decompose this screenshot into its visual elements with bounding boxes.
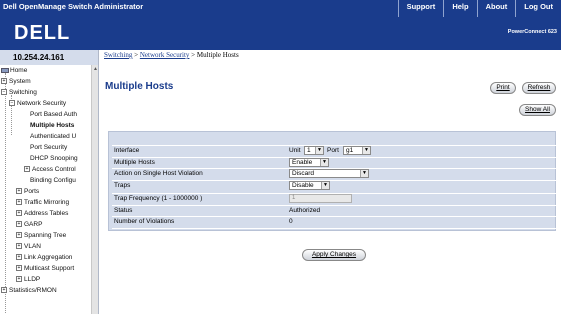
sidebar-item-link-aggregation[interactable]: + Link Aggregation	[16, 254, 72, 261]
expand-icon[interactable]: +	[16, 265, 22, 272]
help-link[interactable]: Help	[443, 0, 476, 17]
traps-label: Traps	[114, 182, 131, 189]
print-button[interactable]: Print	[490, 82, 516, 94]
sidebar-item-statistics-rmon[interactable]: + Statistics/RMON	[1, 287, 57, 294]
apply-changes-button[interactable]: Apply Changes	[302, 249, 366, 261]
sidebar-item-multicast-support[interactable]: + Multicast Support	[16, 265, 74, 272]
interface-label: Interface	[114, 147, 140, 154]
status-label: Status	[114, 207, 133, 214]
about-link[interactable]: About	[476, 0, 516, 17]
unit-label: Unit	[289, 147, 301, 154]
sidebar-item-dhcp-snooping[interactable]: DHCP Snooping	[30, 155, 78, 162]
violations-label: Number of Violations	[114, 218, 175, 225]
breadcrumb-current: Multiple Hosts	[196, 51, 239, 59]
action-violation-label: Action on Single Host Violation	[114, 170, 203, 177]
dell-logo: DELL	[14, 22, 71, 44]
model-name: PowerConnect 623	[507, 29, 557, 35]
expand-icon[interactable]: +	[16, 232, 22, 239]
sidebar-item-ports[interactable]: + Ports	[16, 188, 39, 195]
home-icon	[1, 67, 9, 73]
sidebar-item-port-based-auth[interactable]: Port Based Auth	[30, 111, 77, 118]
breadcrumb: Switching > Network Security > Multiple …	[104, 51, 239, 59]
expand-icon[interactable]: +	[1, 78, 7, 85]
sidebar-item-system[interactable]: + System	[1, 78, 31, 85]
trap-frequency-input[interactable]: 1	[289, 194, 352, 203]
sidebar-scrollbar[interactable]: ▲	[91, 65, 98, 314]
sidebar-item-multiple-hosts[interactable]: Multiple Hosts	[30, 122, 74, 129]
sidebar-item-authenticated-users[interactable]: Authenticated U	[30, 133, 76, 140]
app-title: Dell OpenManage Switch Administrator	[3, 2, 144, 11]
traps-select[interactable]: Disable ▼	[289, 181, 330, 190]
top-bar: Dell OpenManage Switch Administrator Sup…	[0, 0, 561, 17]
refresh-button[interactable]: Refresh	[522, 82, 556, 94]
collapse-icon[interactable]: −	[1, 89, 7, 96]
expand-icon[interactable]: +	[1, 287, 7, 294]
chevron-down-icon: ▼	[360, 170, 368, 177]
page-title: Multiple Hosts	[105, 81, 174, 92]
sidebar-item-spanning-tree[interactable]: + Spanning Tree	[16, 232, 66, 239]
collapse-icon[interactable]: −	[9, 100, 15, 107]
sidebar-item-home[interactable]: Home	[1, 67, 27, 74]
sidebar-tree: Home + System − Switching − Network Securit…	[0, 65, 99, 314]
multiple-hosts-label: Multiple Hosts	[114, 159, 155, 166]
chevron-down-icon: ▼	[320, 159, 328, 166]
sidebar-item-garp[interactable]: + GARP	[16, 221, 42, 228]
port-select[interactable]: g1 ▼	[343, 146, 371, 155]
expand-icon[interactable]: +	[16, 210, 22, 217]
trap-frequency-label: Trap Frequency (1 - 1000000 )	[114, 195, 203, 202]
breadcrumb-switching[interactable]: Switching	[104, 51, 132, 59]
multiple-hosts-select[interactable]: Enable ▼	[289, 158, 329, 167]
breadcrumb-network-security[interactable]: Network Security	[140, 51, 190, 59]
violations-value: 0	[289, 218, 293, 225]
sidebar-item-traffic-mirroring[interactable]: + Traffic Mirroring	[16, 199, 69, 206]
breadcrumb-separator: >	[191, 51, 196, 59]
action-violation-select[interactable]: Discard ▼	[289, 169, 369, 178]
header-band: DELL PowerConnect 623	[0, 17, 561, 50]
chevron-down-icon: ▼	[315, 147, 323, 154]
sidebar-item-lldp[interactable]: + LLDP	[16, 276, 40, 283]
sidebar-item-address-tables[interactable]: + Address Tables	[16, 210, 68, 217]
expand-icon[interactable]: +	[16, 243, 22, 250]
chevron-down-icon: ▼	[362, 147, 370, 154]
port-label: Port	[327, 147, 339, 154]
show-all-button[interactable]: Show All	[519, 104, 556, 116]
sidebar-item-binding-config[interactable]: Binding Configu	[30, 177, 76, 184]
support-link[interactable]: Support	[397, 0, 444, 17]
status-value: Authorized	[289, 207, 321, 214]
breadcrumb-separator: >	[134, 51, 139, 59]
top-nav: Support Help About Log Out	[397, 0, 561, 17]
sidebar-item-switching[interactable]: − Switching	[1, 89, 37, 96]
expand-icon[interactable]: +	[16, 188, 22, 195]
logout-link[interactable]: Log Out	[515, 0, 561, 17]
expand-icon[interactable]: +	[16, 199, 22, 206]
sidebar-item-vlan[interactable]: + VLAN	[16, 243, 41, 250]
sidebar-item-access-control[interactable]: + Access Control	[24, 166, 76, 173]
unit-select[interactable]: 1 ▼	[304, 146, 324, 155]
expand-icon[interactable]: +	[16, 221, 22, 228]
expand-icon[interactable]: +	[16, 276, 22, 283]
switch-ip-address: 10.254.24.161	[0, 50, 99, 65]
sidebar-item-network-security[interactable]: − Network Security	[9, 100, 66, 107]
chevron-down-icon: ▼	[321, 182, 329, 189]
expand-icon[interactable]: +	[16, 254, 22, 261]
expand-icon[interactable]: +	[24, 166, 30, 173]
sidebar-item-port-security[interactable]: Port Security	[30, 144, 67, 151]
scroll-up-icon[interactable]: ▲	[93, 66, 98, 72]
